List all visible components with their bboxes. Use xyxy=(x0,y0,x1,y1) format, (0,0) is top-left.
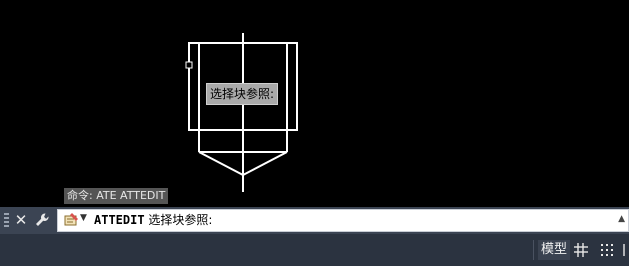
more-options-icon[interactable] xyxy=(621,240,627,260)
snap-icon[interactable] xyxy=(597,240,617,260)
dynamic-input-tooltip: 选择块参照: xyxy=(206,83,279,105)
active-command: ATTEDIT xyxy=(94,213,145,227)
status-separator xyxy=(533,240,534,260)
chevron-down-icon[interactable]: ▼ xyxy=(80,213,87,223)
drag-grip-icon[interactable] xyxy=(4,213,9,229)
block-geometry[interactable] xyxy=(0,0,629,207)
command-history-line: 命令: ATE ATTEDIT xyxy=(64,188,169,204)
command-prompt-text: ATTEDIT 选择块参照: xyxy=(94,210,212,231)
command-line-bar: ✕ ▼ ATTEDIT 选择块参照: ▲ xyxy=(0,207,629,234)
history-scroll-up-icon[interactable]: ▲ xyxy=(618,214,625,224)
drawing-canvas[interactable]: 选择块参照: 命令: ATE ATTEDIT xyxy=(0,0,629,207)
close-icon[interactable]: ✕ xyxy=(12,211,30,230)
status-bar: 模型 xyxy=(0,234,629,266)
block-left-chevron xyxy=(198,151,244,176)
wrench-icon[interactable] xyxy=(33,211,51,230)
command-input[interactable]: ▼ ATTEDIT 选择块参照: ▲ xyxy=(57,209,629,232)
grid-icon[interactable] xyxy=(571,240,591,260)
command-prompt: 选择块参照: xyxy=(144,213,213,227)
recent-commands-icon[interactable] xyxy=(63,212,79,228)
model-space-tab[interactable]: 模型 xyxy=(538,240,571,260)
block-right-chevron xyxy=(242,151,288,176)
pickbox-cursor xyxy=(185,61,193,69)
